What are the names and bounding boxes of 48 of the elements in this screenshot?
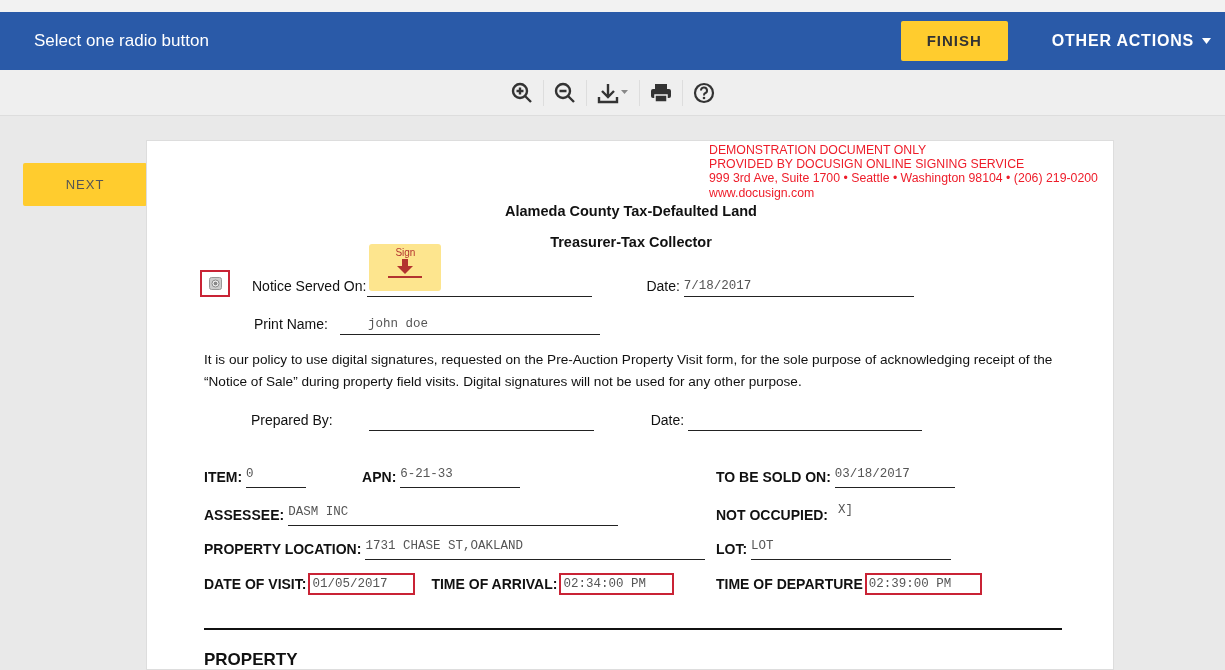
required-field[interactable]: 02:39:00 PM xyxy=(864,573,982,596)
document-title: Alameda County Tax-Defaulted Land xyxy=(505,201,757,221)
required-field[interactable]: 02:34:00 PM xyxy=(559,573,675,596)
field-label: Notice Served On: xyxy=(252,277,367,297)
input-field[interactable]: LOT xyxy=(751,540,952,561)
input-field[interactable]: 6-21-33 xyxy=(400,468,521,489)
field-label: TIME OF ARRIVAL: xyxy=(431,575,558,595)
instruction-text: Select one radio button xyxy=(34,30,210,53)
field-label: Print Name: xyxy=(254,315,328,335)
demo-notice-line: DEMONSTRATION DOCUMENT ONLY xyxy=(709,143,928,158)
zoom-out-icon xyxy=(553,81,576,104)
field-label: TIME OF DEPARTURE xyxy=(716,575,863,595)
field-label: Prepared By: xyxy=(251,411,333,431)
zoom-in-icon xyxy=(510,81,533,104)
field-label: APN: xyxy=(362,468,397,488)
radio-button[interactable] xyxy=(200,270,230,298)
field-label: PROPERTY LOCATION: xyxy=(204,540,362,560)
finish-button[interactable]: FINISH xyxy=(900,21,1008,61)
section-heading: PROPERTY xyxy=(204,649,299,669)
input-field[interactable]: 0 xyxy=(246,468,307,489)
required-field[interactable]: 01/05/2017 xyxy=(308,573,416,596)
field-label: LOT: xyxy=(716,540,748,560)
next-button[interactable]: NEXT xyxy=(23,163,147,206)
radio-icon xyxy=(208,277,222,291)
field-label: Date: xyxy=(646,277,680,297)
input-field[interactable]: 1731 CHASE ST,OAKLAND xyxy=(365,540,706,561)
printer-icon xyxy=(649,81,672,104)
name-field: john doe xyxy=(339,315,600,336)
field-label: DATE OF VISIT: xyxy=(204,575,307,595)
help-icon xyxy=(692,81,715,104)
field-label: NOT OCCUPIED: xyxy=(716,506,828,526)
date-field: 7/18/2017 xyxy=(683,277,914,298)
policy-paragraph: It is our policy to use digital signatures, requested on the Pre-Auction Property Visit form, for the sole purpose of acknowledging receipt of the “Notice of Sale” during property field visits. Digital signatures will not be used for any other purpose. xyxy=(204,351,1054,391)
field-value: X] xyxy=(838,502,853,520)
caret-icon xyxy=(1202,38,1211,44)
demo-notice-line: 999 3rd Ave, Suite 1700 • Seattle • Washington 98104 • (206) 219-0200 xyxy=(709,171,1098,186)
document-subtitle: Treasurer-Tax Collector xyxy=(550,232,712,252)
other-actions-menu[interactable]: OTHER ACTIONS xyxy=(1045,28,1217,54)
demo-notice-line: PROVIDED BY DOCUSIGN ONLINE SIGNING SERVICE xyxy=(709,157,1026,172)
input-field[interactable]: DASM INC xyxy=(288,506,619,527)
download-icon xyxy=(596,81,629,104)
sign-tab[interactable]: Sign xyxy=(369,244,442,292)
field-label: ASSESSEE: xyxy=(204,506,285,526)
input-field[interactable]: 03/18/2017 xyxy=(834,468,955,489)
field-label: Date: xyxy=(650,411,685,431)
demo-notice-line: www.docusign.com xyxy=(709,185,816,200)
field-label: ITEM: xyxy=(204,468,243,488)
field-label: TO BE SOLD ON: xyxy=(716,468,831,488)
